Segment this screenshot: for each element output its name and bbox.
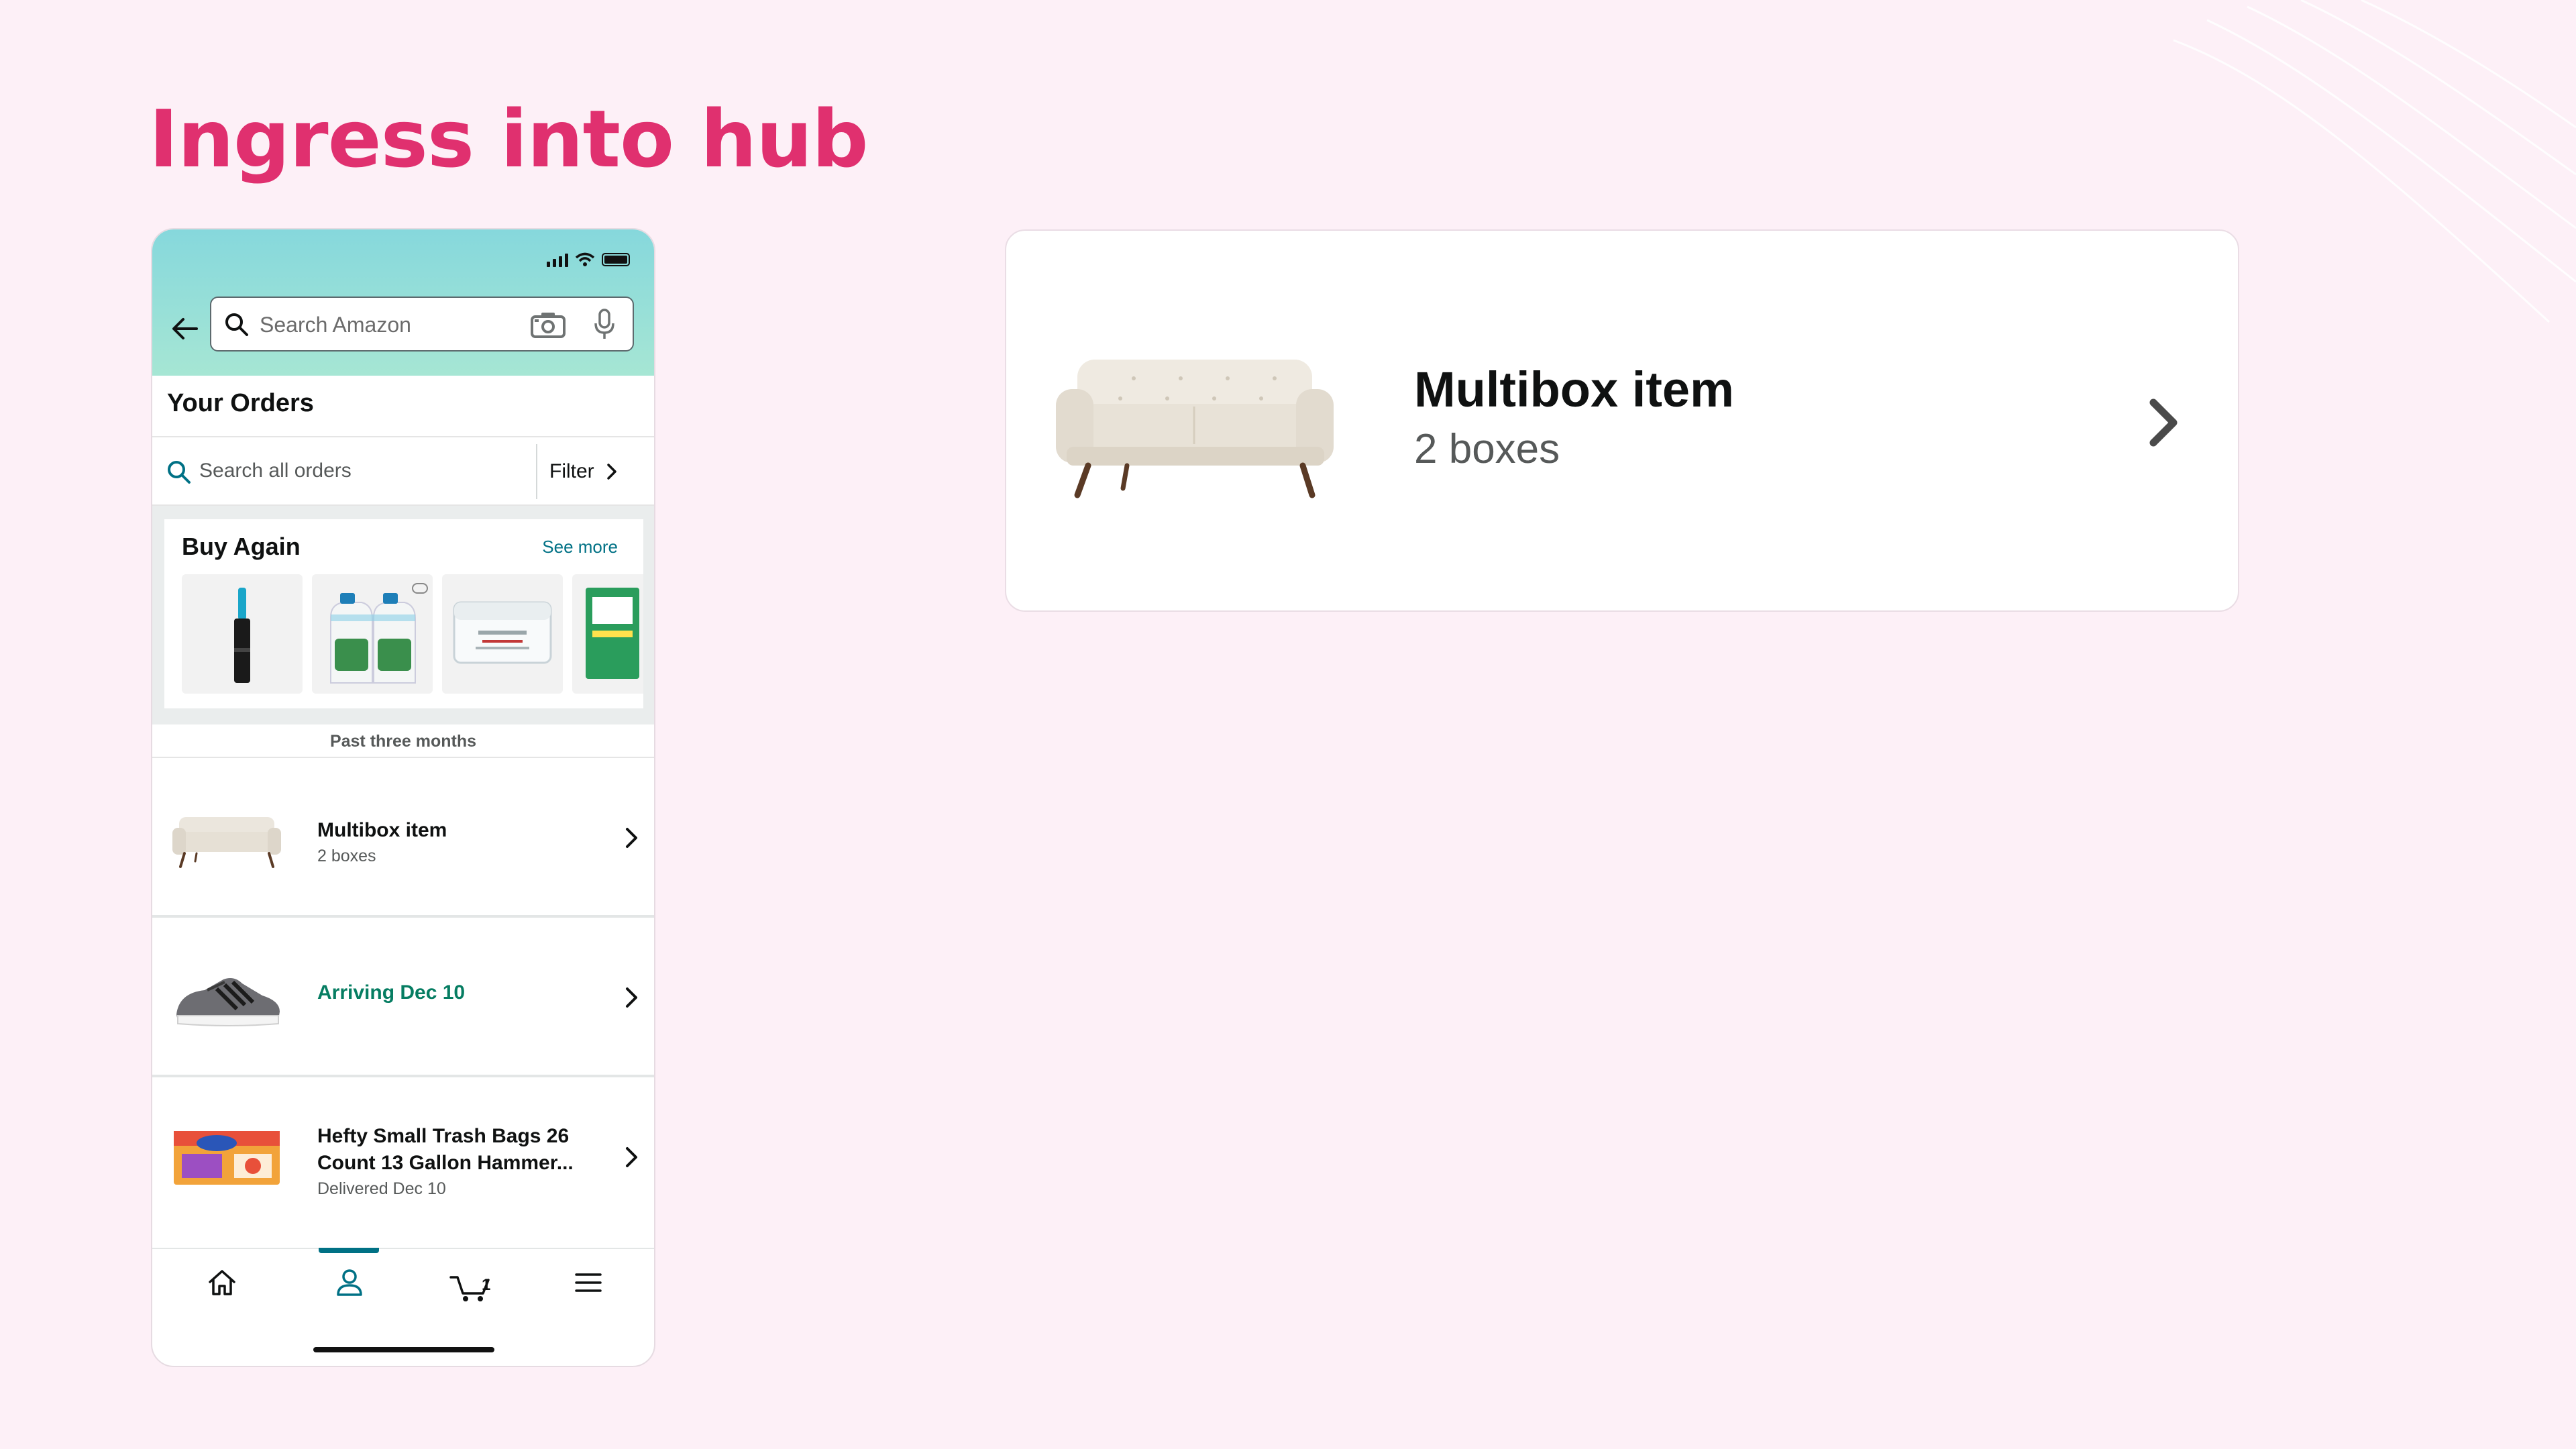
see-more-link[interactable]: See more <box>542 537 618 557</box>
buy-again-section: Buy Again See more <box>152 506 654 724</box>
order-subtitle: Delivered Dec 10 <box>317 1179 446 1198</box>
slide-title: Ingress into hub <box>149 93 869 185</box>
orders-search-bar: Filter <box>152 436 654 506</box>
back-button[interactable] <box>164 310 205 347</box>
status-bar <box>547 250 630 270</box>
section-label: Past three months <box>152 724 654 758</box>
chevron-right-icon <box>626 1147 637 1167</box>
mascara-image <box>234 588 250 683</box>
card-subtitle: 2 boxes <box>1414 426 1560 472</box>
wifi-icon <box>575 252 595 266</box>
order-row-multibox[interactable]: Multibox item 2 boxes <box>152 758 654 918</box>
multibox-item-card[interactable]: Multibox item 2 boxes <box>1005 229 2239 612</box>
order-title: Hefty Small Trash Bags 26 Count 13 Gallo… <box>317 1125 574 1174</box>
tab-account[interactable] <box>309 1249 390 1316</box>
search-input[interactable] <box>260 306 515 343</box>
laundry-detergent-image <box>330 583 428 684</box>
search-icon <box>225 313 248 336</box>
buy-again-card: Buy Again See more <box>164 519 643 708</box>
contact-lens-solution-image <box>586 588 639 679</box>
card-title: Multibox item <box>1414 362 1734 417</box>
chevron-right-icon <box>2149 398 2178 447</box>
back-arrow-icon <box>172 318 198 339</box>
sofa-image <box>172 817 281 868</box>
microphone-icon[interactable] <box>594 309 615 341</box>
camera-icon[interactable] <box>531 311 566 338</box>
order-row-sneaker[interactable]: Arriving Dec 10 <box>152 918 654 1077</box>
buy-again-item[interactable] <box>572 574 643 694</box>
bottom-tab-bar: 1 <box>152 1248 654 1323</box>
buy-again-item[interactable] <box>442 574 563 694</box>
order-row-trash-bags[interactable]: Hefty Small Trash Bags 26 Count 13 Gallo… <box>152 1077 654 1237</box>
buy-again-title: Buy Again <box>182 533 301 560</box>
page-title: Your Orders <box>167 389 314 417</box>
tab-home[interactable] <box>182 1249 262 1316</box>
chevron-right-icon <box>606 464 616 480</box>
home-indicator <box>313 1347 494 1352</box>
filter-button[interactable]: Filter <box>536 444 653 499</box>
buy-again-item[interactable] <box>312 574 433 694</box>
order-status: Arriving Dec 10 <box>317 981 466 1004</box>
buy-again-item[interactable] <box>182 574 303 694</box>
trash-bag-box-image <box>174 1131 280 1185</box>
signal-icon <box>547 252 568 267</box>
sofa-image <box>1056 360 1334 498</box>
app-header <box>152 229 654 376</box>
orders-search-input[interactable] <box>199 455 468 487</box>
phone-mockup: Your Orders Filter Buy Again See more <box>151 228 655 1367</box>
cart-count-badge: 1 <box>482 1276 491 1294</box>
order-subtitle: 2 boxes <box>317 847 376 865</box>
menu-icon <box>575 1273 602 1292</box>
search-bar[interactable] <box>210 297 634 352</box>
filter-label: Filter <box>549 460 594 482</box>
search-icon <box>168 461 191 484</box>
tab-menu[interactable] <box>548 1249 629 1316</box>
sneaker-image <box>176 978 280 1026</box>
tab-cart[interactable]: 1 <box>430 1249 511 1316</box>
account-icon <box>337 1269 362 1296</box>
face-cream-jar-image <box>453 601 552 664</box>
chevron-right-icon <box>626 987 637 1008</box>
home-icon <box>209 1270 235 1295</box>
battery-icon <box>602 253 630 266</box>
chevron-right-icon <box>626 828 637 848</box>
order-title: Multibox item <box>317 819 447 841</box>
